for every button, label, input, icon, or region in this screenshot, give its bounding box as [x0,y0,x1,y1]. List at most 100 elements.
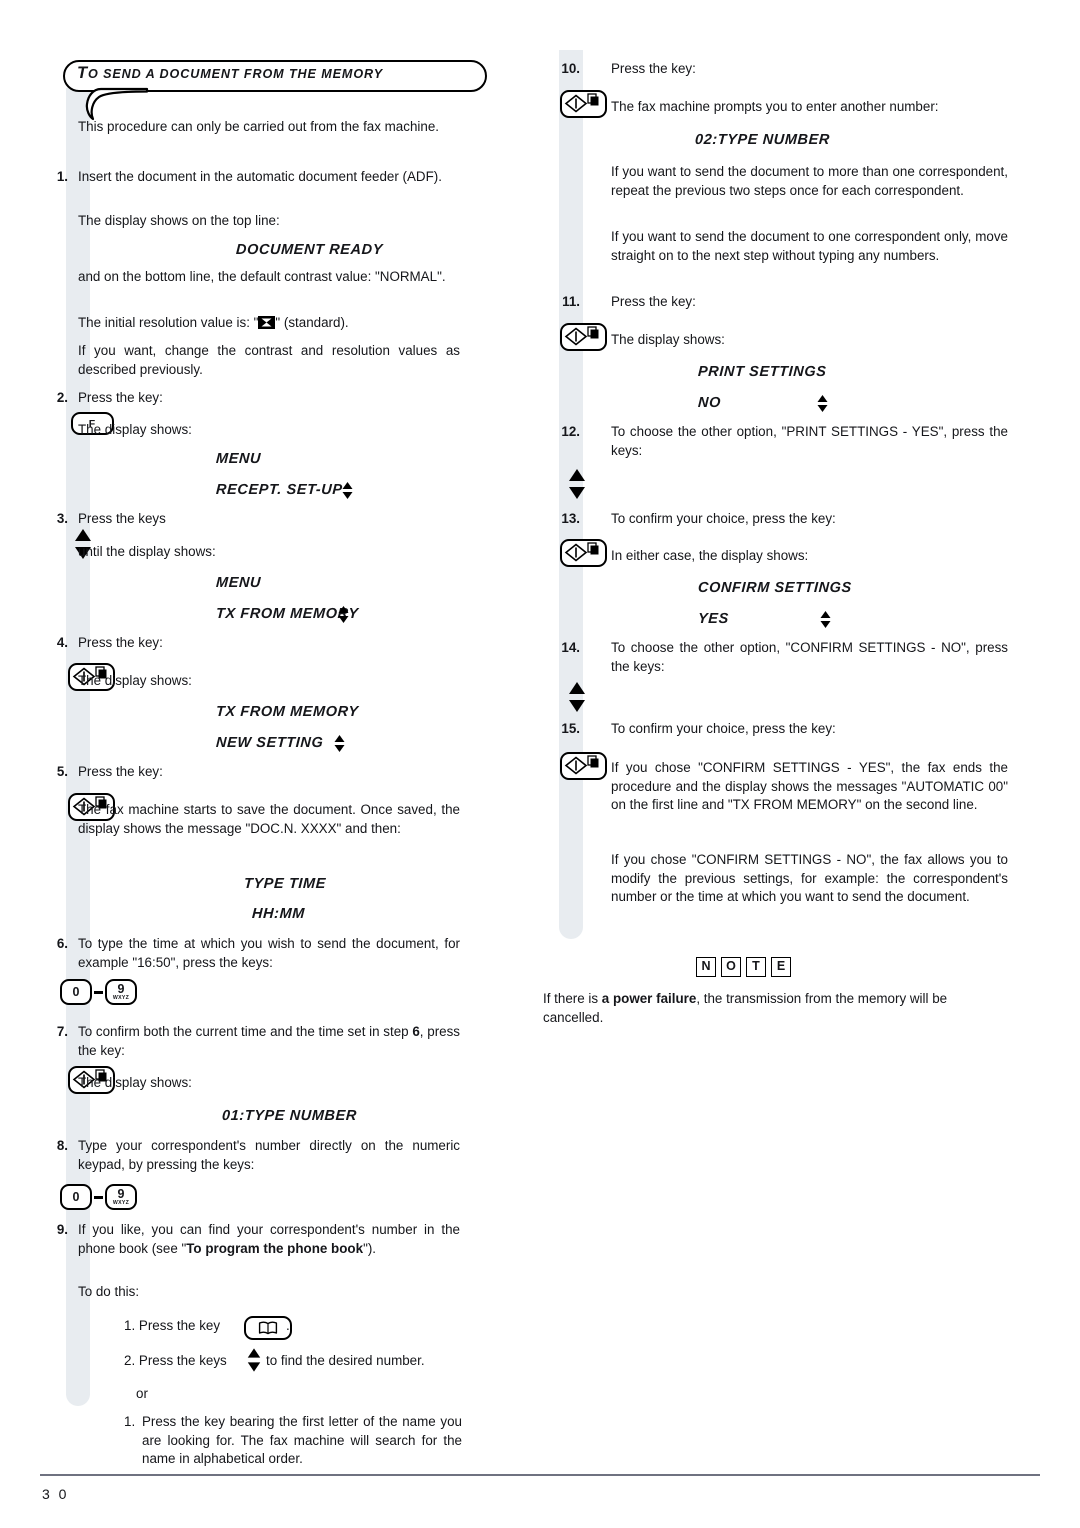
zero-key-digit: 0 [72,1189,80,1204]
lcd-updown-arrow-icon-3 [334,735,345,752]
substep-alt-1-number: 1. [124,1414,136,1429]
updown-arrow-keys-icon-2[interactable] [247,1348,261,1372]
step-number-8: 8. [56,1138,68,1153]
nine-key-digit: 9 [117,981,125,996]
substep-2-text-a: Press the keys [138,1353,227,1368]
substep-2-number: 2. [124,1353,136,1368]
step-number-1: 1. [56,169,68,184]
step-number-6: 6. [56,936,68,951]
phonebook-key-button[interactable] [244,1316,292,1340]
display-shows-label-3: The display shows: [78,1075,192,1090]
step-7-step-ref: 6 [412,1024,420,1039]
start-key-button-5[interactable] [560,323,607,351]
note-letter-n: N [696,957,716,977]
step-text-1: Insert the document in the automatic doc… [78,169,442,184]
change-values-note: If you want, change the contrast and res… [78,343,460,377]
note-letter-o: O [721,957,741,977]
step-text-4: Press the key: [78,635,163,650]
step-text-3: Press the keys [78,511,166,526]
step-text-13: To confirm your choice, press the key: [611,511,836,526]
key-range-dash-2 [94,1196,103,1199]
lcd-confirm-settings-value: YES [697,611,730,627]
section-title: TO SEND A DOCUMENT FROM THE MEMORY [77,64,383,83]
lcd-print-settings-value: NO [697,395,722,411]
step-9-part-c: "). [363,1240,376,1256]
nine-key-button-1[interactable]: 9 WXYZ [105,979,137,1005]
resolution-icon [258,316,276,329]
substep-2-text-b: to find the desired number. [266,1353,425,1368]
manual-page: TO SEND A DOCUMENT FROM THE MEMORY This … [0,0,1080,1528]
lcd-tx-from-memory-2: TX FROM MEMORY [215,704,360,720]
step-text-12: To choose the other option, "PRINT SETTI… [611,424,1008,458]
start-diamond-icon [564,93,599,113]
nine-key-button-2[interactable]: 9 WXYZ [105,1184,137,1210]
lcd-type-number-01: 01:TYPE NUMBER [221,1108,358,1124]
note-text-a: If there is [543,991,602,1006]
note-text: If there is a power failure, the transmi… [543,990,1011,1027]
note-text-emphasis: a power failure [601,991,697,1006]
note-badge: N O T E [696,957,791,977]
lcd-new-setting: NEW SETTING [215,735,324,751]
step-number-7: 7. [56,1024,68,1039]
step-text-14: To choose the other option, "CONFIRM SET… [611,640,1008,674]
display-shows-label-2: The display shows: [78,673,192,688]
step-9-cross-reference: To program the phone book [186,1240,364,1256]
step-number-12: 12. [561,424,580,439]
lcd-type-time: TYPE TIME [243,876,327,892]
nine-key-letters: WXYZ [112,1199,130,1206]
step-number-15: 15. [561,721,580,736]
zero-key-button-2[interactable]: 0 [60,1184,92,1210]
step-number-5: 5. [56,764,68,779]
key-range-dash-1 [94,991,103,994]
more-than-one-note: If you want to send the document to more… [611,164,1008,198]
display-shows-label-1: The display shows: [78,422,192,437]
yes-result-note: If you chose "CONFIRM SETTINGS - YES", t… [611,760,1008,813]
step-number-3: 3. [56,511,68,526]
saving-document-note: The fax machine starts to save the docum… [78,802,460,836]
step-text-2: Press the key: [78,390,163,405]
no-result-note: If you chose "CONFIRM SETTINGS - NO", th… [611,852,1008,905]
step-7-part-a: To confirm both the current time and the… [78,1024,413,1039]
nine-key-letters: WXYZ [112,994,130,1001]
lcd-confirm-settings: CONFIRM SETTINGS [697,580,853,596]
bubble-tail-icon [85,87,149,121]
substep-1-number: 1. [124,1318,136,1333]
updown-arrow-keys-icon-3[interactable] [568,469,586,499]
either-case-label: In either case, the display shows: [611,548,809,563]
step-number-9: 9. [56,1222,68,1237]
lcd-recept-setup: RECEPT. SET-UP [215,482,343,498]
step-text-8: Type your correspondent's number directl… [78,1138,460,1172]
start-key-button-4[interactable] [560,90,607,118]
section-title-rest: O SEND A DOCUMENT FROM THE MEMORY [87,67,384,81]
step-text-11: Press the key: [611,294,696,309]
step-text-5: Press the key: [78,764,163,779]
one-correspondent-note: If you want to send the document to one … [611,229,1008,263]
to-do-this-label: To do this: [78,1284,140,1299]
start-key-button-6[interactable] [560,539,607,567]
lcd-updown-arrow-icon-1 [342,482,353,499]
lcd-updown-arrow-icon-2 [338,606,349,623]
contrast-note: and on the bottom line, the default cont… [78,269,446,284]
substep-1-text: Press the key [138,1318,221,1333]
substep-1-period: . [286,1318,290,1333]
start-key-button-7[interactable] [560,752,607,780]
lcd-print-settings: PRINT SETTINGS [697,364,827,380]
start-diamond-icon [564,755,599,775]
step-number-13: 13. [561,511,580,526]
lcd-type-number-02: 02:TYPE NUMBER [694,132,831,148]
intro-paragraph: This procedure can only be carried out f… [78,119,439,134]
prompt-another-number-note: The fax machine prompts you to enter ano… [611,99,939,114]
start-diamond-icon [564,326,599,346]
substep-alt-1-text: Press the key bearing the first letter o… [142,1414,462,1467]
lcd-menu-1: MENU [215,451,262,467]
page-number: 3 0 [42,1486,69,1502]
zero-key-button-1[interactable]: 0 [60,979,92,1005]
updown-arrow-keys-icon-4[interactable] [568,682,586,712]
substep-or: or [136,1386,148,1401]
step-text-10: Press the key: [611,61,696,76]
until-display-label: until the display shows: [78,544,216,559]
step-number-14: 14. [561,640,580,655]
phonebook-icon [258,1321,278,1335]
step-number-4: 4. [56,635,68,650]
resolution-note-prefix: The initial resolution value is: " [78,315,259,330]
